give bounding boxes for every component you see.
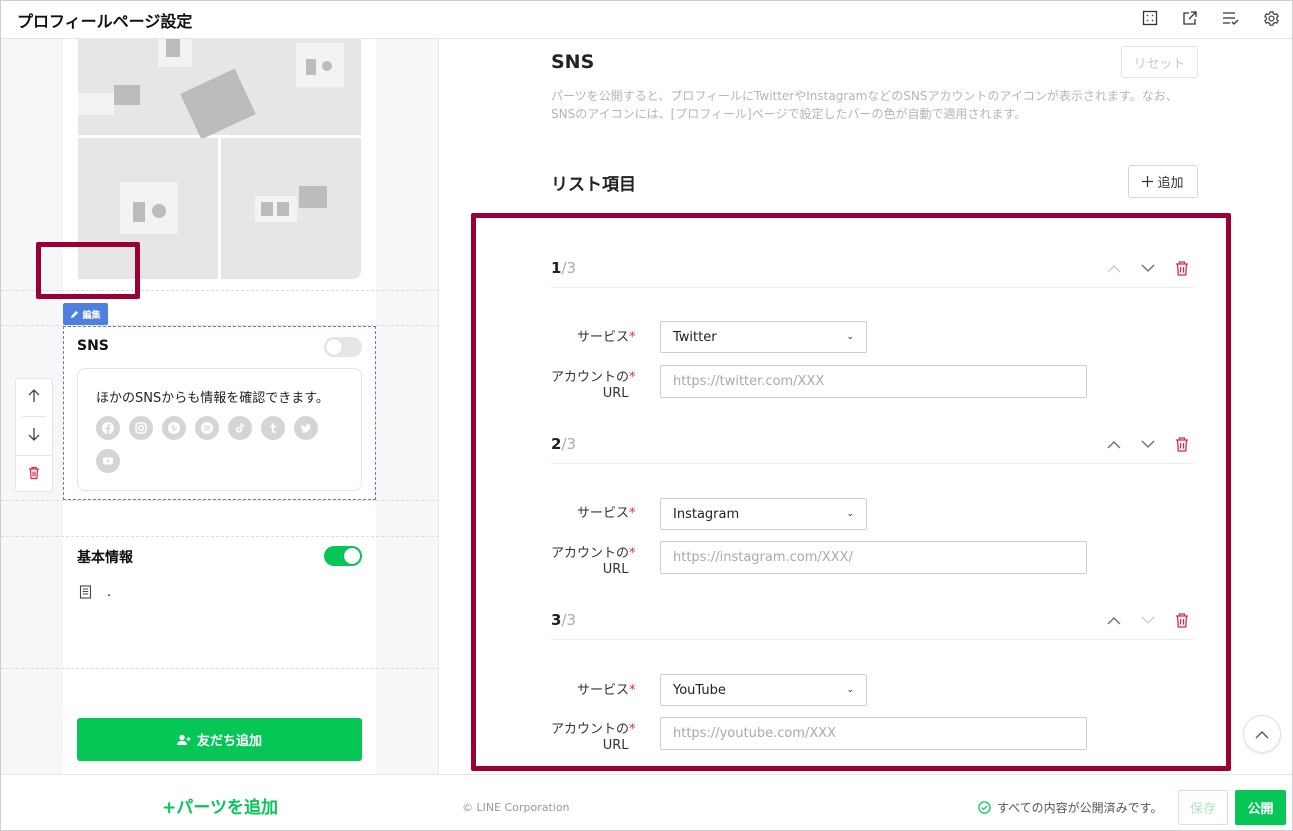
list-check-icon[interactable] <box>1222 9 1240 27</box>
trash-icon[interactable] <box>26 465 42 481</box>
editor-panel: SNS リセット パーツを公開すると、プロフィールにTwitterやInstag… <box>440 39 1292 774</box>
editor-footer: © LINE Corporation すべての内容が公開済みです。 保存 公開 <box>440 774 1292 830</box>
chevron-up-icon <box>1255 730 1269 738</box>
pencil-icon <box>71 310 79 318</box>
grid-icon[interactable] <box>1141 9 1159 27</box>
publish-status: すべての内容が公開済みです。 <box>978 799 1162 816</box>
add-friend-label: 友だち追加 <box>196 734 262 749</box>
service-label: サービス* <box>577 683 636 698</box>
sns-card-text: ほかのSNSからも情報を確認できます。 <box>96 391 329 406</box>
service-select[interactable]: Instagram ⌄ <box>660 498 867 530</box>
item-index: 1/3 <box>551 259 577 277</box>
move-up-icon[interactable] <box>1104 434 1124 454</box>
preview-panel: 編集 SNS ほかのSNSからも情報を確認できます。 基本情報 . 友だち追加 <box>1 39 439 774</box>
scroll-to-top-button[interactable] <box>1243 715 1281 753</box>
move-up-icon[interactable] <box>1104 610 1124 630</box>
url-label: アカウントの* URL <box>551 370 636 401</box>
left-footer: +パーツを追加 <box>1 774 439 830</box>
basic-info-text: . <box>107 585 112 600</box>
edit-badge[interactable]: 編集 <box>63 303 108 325</box>
item-index: 2/3 <box>551 435 577 453</box>
add-item-button[interactable]: 追加 <box>1128 165 1198 198</box>
app-window: プロフィールページ設定 編集 SNS ほかのSNSからも情報を確認できます。 基… <box>0 0 1293 831</box>
move-up-icon[interactable] <box>25 387 43 405</box>
service-label: サービス* <box>577 330 636 345</box>
plus-icon <box>1142 176 1154 187</box>
gear-icon[interactable] <box>1262 9 1280 27</box>
move-down-icon[interactable] <box>25 425 43 443</box>
copyright: © LINE Corporation <box>462 801 570 814</box>
item-controls <box>1104 434 1194 454</box>
service-select[interactable]: Twitter ⌄ <box>660 321 867 353</box>
publish-button[interactable]: 公開 <box>1235 790 1286 825</box>
open-external-icon[interactable] <box>1181 9 1199 27</box>
service-label: サービス* <box>577 506 636 521</box>
move-up-icon[interactable] <box>1104 258 1124 278</box>
item-index: 3/3 <box>551 611 577 629</box>
twitter-icon <box>294 416 318 440</box>
move-down-icon[interactable] <box>1138 434 1158 454</box>
item-controls <box>1104 610 1194 630</box>
sns-toggle[interactable] <box>324 337 362 357</box>
reorder-toolbar <box>15 378 53 492</box>
edit-badge-label: 編集 <box>82 310 101 321</box>
url-input[interactable]: https://instagram.com/XXX/ <box>660 541 1087 574</box>
trash-icon[interactable] <box>1172 434 1192 454</box>
tumblr-icon <box>261 416 285 440</box>
item-controls <box>1104 258 1194 278</box>
save-button[interactable]: 保存 <box>1178 790 1228 825</box>
reset-button[interactable]: リセット <box>1121 46 1198 78</box>
youtube-icon <box>96 449 120 473</box>
sns-part-title: SNS <box>77 338 109 354</box>
url-label: アカウントの* URL <box>551 546 636 577</box>
check-circle-icon <box>978 801 991 814</box>
top-bar: プロフィールページ設定 <box>1 1 1292 39</box>
basic-info-toggle[interactable] <box>324 546 362 566</box>
image-placeholder <box>221 138 361 279</box>
add-parts-button[interactable]: +パーツを追加 <box>1 793 439 818</box>
move-down-icon[interactable] <box>1138 258 1158 278</box>
url-label: アカウントの* URL <box>551 722 636 753</box>
tiktok-icon <box>228 416 252 440</box>
facebook-icon <box>96 416 120 440</box>
basic-info-title: 基本情報 <box>77 550 133 566</box>
section-description: パーツを公開すると、プロフィールにTwitterやInstagramなどのSNS… <box>551 89 1178 121</box>
image-placeholder <box>78 39 361 140</box>
publish-status-text: すべての内容が公開済みです。 <box>997 801 1163 815</box>
url-input[interactable]: https://twitter.com/XXX <box>660 365 1087 398</box>
highlight-box-edit <box>36 242 140 299</box>
url-input[interactable]: https://youtube.com/XXX <box>660 717 1087 750</box>
pinterest-icon <box>162 416 186 440</box>
trash-icon[interactable] <box>1172 258 1192 278</box>
add-user-icon <box>176 734 191 745</box>
add-item-label: 追加 <box>1157 176 1184 191</box>
instagram-icon <box>129 416 153 440</box>
add-friend-button[interactable]: 友だち追加 <box>77 718 362 761</box>
sns-card: ほかのSNSからも情報を確認できます。 <box>77 368 362 491</box>
trash-icon[interactable] <box>1172 610 1192 630</box>
document-icon <box>79 584 93 600</box>
spotify-icon <box>195 416 219 440</box>
page-title: プロフィールページ設定 <box>17 12 193 31</box>
list-title: リスト項目 <box>551 175 636 195</box>
service-select[interactable]: YouTube ⌄ <box>660 674 867 706</box>
section-title: SNS <box>551 51 595 73</box>
move-down-icon[interactable] <box>1138 610 1158 630</box>
